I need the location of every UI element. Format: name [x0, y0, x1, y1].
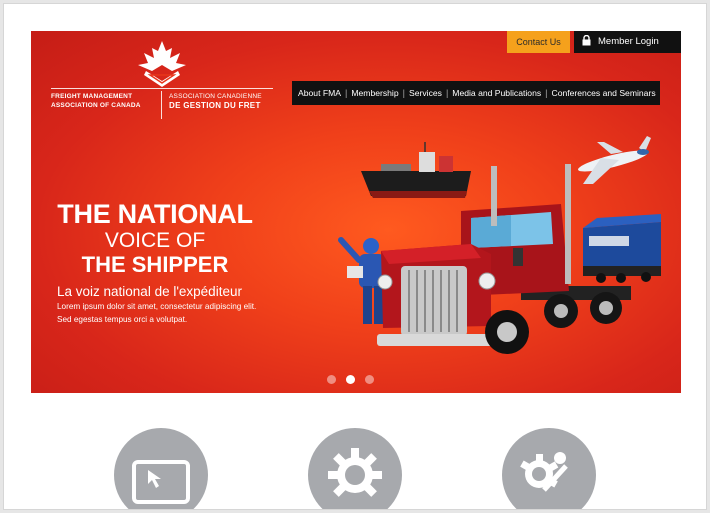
- hero-body-line-2: Sed egestas tempus orci a volutpat.: [57, 315, 188, 324]
- nav-separator: |: [545, 88, 548, 98]
- laptop-cursor-icon: [132, 460, 190, 504]
- contact-us-button[interactable]: Contact Us: [507, 31, 570, 53]
- logo-divider: [161, 91, 162, 119]
- logo-en-line-2: ASSOCIATION OF CANADA: [51, 101, 141, 109]
- logo-fr-line-2: DE GESTION DU FRET: [169, 100, 261, 110]
- airplane-image: [578, 136, 651, 184]
- logo-french-name: ASSOCIATION CANADIENNE DE GESTION DU FRE…: [169, 93, 279, 110]
- feature-circle-3[interactable]: [502, 428, 596, 509]
- nav-separator: |: [402, 88, 405, 98]
- logo-en-line-1: FREIGHT MANAGEMENT: [51, 93, 133, 100]
- cargo-ship-image: [361, 142, 471, 198]
- member-login-label: Member Login: [598, 36, 659, 47]
- member-login-button[interactable]: Member Login: [574, 31, 681, 53]
- nav-separator: |: [445, 88, 449, 98]
- headline-line-1: THE NATIONAL: [57, 199, 253, 229]
- nav-separator: |: [345, 88, 348, 98]
- main-nav: About FMA | Membership | Services | Medi…: [292, 81, 660, 105]
- headline-line-2: VOICE OF: [104, 229, 206, 252]
- hero-subheadline: La voiz national de l'expéditeur: [57, 284, 242, 299]
- lock-icon: [582, 34, 591, 46]
- logo-english-name: FREIGHT MANAGEMENT ASSOCIATION OF CANADA: [51, 93, 157, 110]
- hero-banner: FREIGHT MANAGEMENT ASSOCIATION OF CANADA…: [31, 31, 681, 393]
- slider-dot-1[interactable]: [327, 375, 336, 384]
- page-frame: FREIGHT MANAGEMENT ASSOCIATION OF CANADA…: [3, 3, 707, 510]
- gear-wrench-icon: [520, 452, 568, 492]
- hero-headline: THE NATIONAL VOICE OF THE SHIPPER La voi…: [57, 199, 297, 325]
- nav-item-about[interactable]: About FMA: [298, 88, 341, 98]
- nav-item-membership[interactable]: Membership: [351, 88, 398, 98]
- maple-leaf-icon: [138, 41, 186, 87]
- headline-line-3: THE SHIPPER: [81, 252, 229, 277]
- transport-illustration: [338, 136, 661, 354]
- slider-dot-2[interactable]: [346, 375, 355, 384]
- hero-body-line-1: Lorem ipsum dolor sit amet, consectetur …: [57, 302, 257, 311]
- logo-rule: [51, 88, 273, 89]
- feature-circle-1[interactable]: [114, 428, 208, 509]
- slider-dot-3[interactable]: [365, 375, 374, 384]
- nav-item-conferences[interactable]: Conferences and Seminars: [551, 88, 655, 98]
- slider-dots: [327, 375, 374, 384]
- feature-circle-2[interactable]: [308, 428, 402, 509]
- nav-item-media[interactable]: Media and Publications: [452, 88, 541, 98]
- site-logo[interactable]: FREIGHT MANAGEMENT ASSOCIATION OF CANADA…: [51, 41, 273, 121]
- nav-item-services[interactable]: Services: [409, 88, 442, 98]
- gear-icon: [328, 448, 382, 497]
- locomotive-image: [583, 214, 661, 283]
